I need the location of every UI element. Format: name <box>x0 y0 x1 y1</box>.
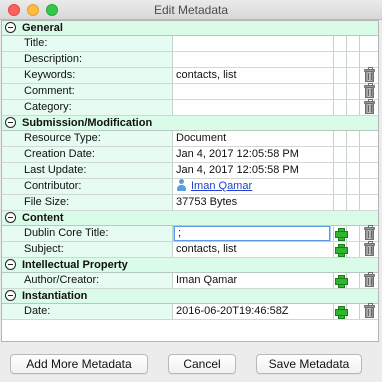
last-update-value: Jan 4, 2017 12:05:58 PM <box>176 164 299 176</box>
field-label: Contributor: <box>2 179 173 194</box>
field-label: Date: <box>2 304 173 319</box>
field-label: Category: <box>2 100 173 115</box>
row-category: Category: <box>2 99 378 116</box>
field-label: Dublin Core Title: <box>2 226 173 241</box>
trash-icon[interactable] <box>364 83 375 98</box>
edit-metadata-window: Edit Metadata General Title: Description… <box>0 0 382 382</box>
section-title: Content <box>22 212 64 224</box>
author-creator-value[interactable]: Iman Qamar <box>174 273 333 288</box>
resource-type-value: Document <box>176 132 227 144</box>
plus-icon[interactable] <box>335 244 348 257</box>
trash-icon[interactable] <box>364 67 375 82</box>
field-label: Subject: <box>2 242 173 257</box>
contributor-link[interactable]: Iman Qamar <box>191 180 252 192</box>
collapse-minus-icon[interactable] <box>5 290 16 301</box>
section-general[interactable]: General <box>2 21 378 36</box>
comment-value[interactable] <box>174 84 333 99</box>
section-intellectual-property[interactable]: Intellectual Property <box>2 258 378 273</box>
collapse-minus-icon[interactable] <box>5 212 16 223</box>
trash-icon[interactable] <box>364 99 375 114</box>
description-value[interactable] <box>174 52 333 67</box>
section-content[interactable]: Content <box>2 211 378 226</box>
row-date: Date: 2016-06-20T19:46:58Z <box>2 303 378 320</box>
section-title: Submission/Modification <box>22 117 153 129</box>
section-instantiation[interactable]: Instantiation <box>2 289 378 304</box>
section-title: Intellectual Property <box>22 259 128 271</box>
row-keywords: Keywords: contacts, list <box>2 67 378 84</box>
row-last-update: Last Update: Jan 4, 2017 12:05:58 PM <box>2 163 378 179</box>
field-label: Last Update: <box>2 163 173 178</box>
field-label: File Size: <box>2 195 173 210</box>
file-size-value: 37753 Bytes <box>176 196 238 208</box>
row-resource-type: Resource Type: Document <box>2 131 378 147</box>
row-comment: Comment: <box>2 83 378 100</box>
row-author-creator: Author/Creator: Iman Qamar <box>2 272 378 289</box>
trash-icon[interactable] <box>364 272 375 287</box>
keywords-value[interactable]: contacts, list <box>174 68 333 83</box>
title-bar: Edit Metadata <box>0 0 382 20</box>
field-label: Comment: <box>2 84 173 99</box>
section-title: Instantiation <box>22 290 88 302</box>
field-label: Author/Creator: <box>2 273 173 288</box>
category-value[interactable] <box>174 100 333 115</box>
contributor-value: Iman Qamar <box>174 179 333 194</box>
dublin-core-title-input[interactable]: ; <box>174 226 330 241</box>
date-value[interactable]: 2016-06-20T19:46:58Z <box>174 304 333 319</box>
row-description: Description: <box>2 52 378 68</box>
person-icon <box>176 179 187 191</box>
title-value[interactable] <box>174 36 333 51</box>
field-label: Keywords: <box>2 68 173 83</box>
collapse-minus-icon[interactable] <box>5 22 16 33</box>
field-label: Title: <box>2 36 173 51</box>
add-more-metadata-button[interactable]: Add More Metadata <box>10 354 148 374</box>
row-file-size: File Size: 37753 Bytes <box>2 195 378 211</box>
section-title: General <box>22 22 63 34</box>
save-metadata-button[interactable]: Save Metadata <box>256 354 362 374</box>
field-label: Resource Type: <box>2 131 173 146</box>
row-contributor: Contributor: Iman Qamar <box>2 179 378 195</box>
row-title: Title: <box>2 36 378 52</box>
trash-icon[interactable] <box>364 303 375 318</box>
plus-icon[interactable] <box>335 228 348 241</box>
plus-icon[interactable] <box>335 306 348 319</box>
row-subject: Subject: contacts, list <box>2 241 378 258</box>
row-dublin-core-title: Dublin Core Title: ; <box>2 225 378 242</box>
field-label: Description: <box>2 52 173 67</box>
cancel-button[interactable]: Cancel <box>168 354 236 374</box>
field-label: Creation Date: <box>2 147 173 162</box>
section-submission-modification[interactable]: Submission/Modification <box>2 116 378 131</box>
collapse-minus-icon[interactable] <box>5 117 16 128</box>
collapse-minus-icon[interactable] <box>5 259 16 270</box>
window-title: Edit Metadata <box>153 3 229 17</box>
creation-date-value: Jan 4, 2017 12:05:58 PM <box>176 148 299 160</box>
metadata-table: General Title: Description: Keywords: co… <box>1 20 379 342</box>
subject-value[interactable]: contacts, list <box>174 242 333 257</box>
row-creation-date: Creation Date: Jan 4, 2017 12:05:58 PM <box>2 147 378 163</box>
trash-icon[interactable] <box>364 225 375 240</box>
trash-icon[interactable] <box>364 241 375 256</box>
plus-icon[interactable] <box>335 275 348 288</box>
button-bar: Add More Metadata Cancel Save Metadata <box>0 346 382 382</box>
